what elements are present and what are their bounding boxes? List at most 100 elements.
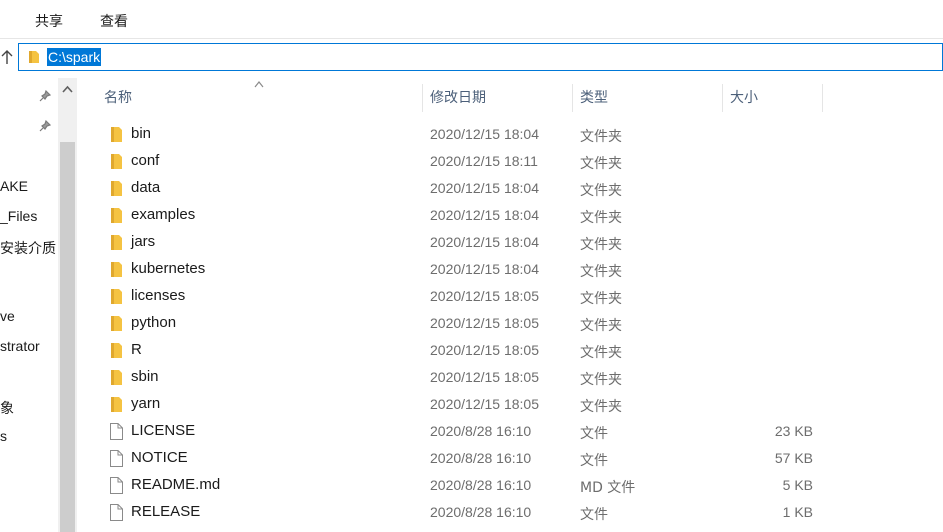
file-name: R [131, 341, 142, 358]
file-name: RELEASE [131, 503, 201, 520]
file-name: sbin [131, 368, 159, 385]
table-row[interactable]: licenses 2020/12/15 18:05 文件夹 [100, 283, 820, 310]
file-size: 57 KB [774, 450, 813, 466]
file-date: 2020/12/15 18:05 [430, 315, 539, 331]
sort-ascending-icon [254, 81, 264, 88]
folder-icon [111, 154, 122, 169]
file-type: 文件夹 [580, 156, 622, 172]
file-name: licenses [131, 287, 186, 304]
column-header-name[interactable]: 名称 [104, 84, 132, 112]
table-row[interactable]: examples 2020/12/15 18:04 文件夹 [100, 202, 820, 229]
file-name: README.md [131, 476, 221, 493]
file-icon [110, 423, 123, 440]
folder-icon [111, 127, 122, 142]
file-type: 文件夹 [580, 399, 622, 415]
table-row[interactable]: R 2020/12/15 18:05 文件夹 [100, 337, 820, 364]
address-bar[interactable]: C:\spark [18, 43, 943, 71]
folder-icon [111, 370, 122, 385]
file-date: 2020/8/28 16:10 [430, 450, 532, 466]
nav-item[interactable]: s [0, 428, 7, 444]
file-name: kubernetes [131, 260, 206, 277]
file-name: python [131, 314, 177, 331]
file-type: 文件夹 [580, 237, 622, 253]
file-type: MD 文件 [580, 480, 636, 496]
file-type: 文件夹 [580, 318, 622, 334]
table-row[interactable]: RELEASE 2020/8/28 16:10 文件 1 KB [100, 499, 820, 526]
up-arrow-icon[interactable] [0, 49, 14, 65]
column-header-size[interactable]: 大小 [730, 84, 758, 112]
table-row[interactable]: jars 2020/12/15 18:04 文件夹 [100, 229, 820, 256]
folder-icon [111, 397, 122, 412]
nav-item[interactable]: strator [0, 338, 40, 354]
file-date: 2020/12/15 18:05 [430, 342, 539, 358]
file-type: 文件夹 [580, 291, 622, 307]
column-header-modified[interactable]: 修改日期 [430, 84, 486, 112]
column-divider[interactable] [822, 84, 823, 112]
file-size: 23 KB [774, 423, 813, 439]
file-icon [110, 450, 123, 467]
tab-share[interactable]: 共享 [35, 11, 63, 31]
column-divider[interactable] [422, 84, 423, 112]
file-date: 2020/12/15 18:04 [430, 234, 539, 250]
nav-item[interactable]: 安装介质 [0, 238, 56, 258]
file-name: yarn [131, 395, 161, 412]
address-path[interactable]: C:\spark [47, 48, 102, 66]
folder-icon [111, 289, 122, 304]
file-date: 2020/12/15 18:05 [430, 369, 539, 385]
table-row[interactable]: python 2020/12/15 18:05 文件夹 [100, 310, 820, 337]
nav-item[interactable]: ve [0, 308, 15, 324]
file-date: 2020/12/15 18:04 [430, 126, 539, 142]
file-name: conf [131, 152, 160, 169]
nav-item[interactable]: AKE [0, 178, 28, 194]
table-row[interactable]: yarn 2020/12/15 18:05 文件夹 [100, 391, 820, 418]
file-date: 2020/8/28 16:10 [430, 504, 532, 520]
scroll-up-icon[interactable] [58, 78, 77, 100]
file-date: 2020/12/15 18:11 [430, 153, 538, 169]
table-row[interactable]: data 2020/12/15 18:04 文件夹 [100, 175, 820, 202]
file-name: data [131, 179, 161, 196]
file-date: 2020/12/15 18:04 [430, 207, 539, 223]
folder-icon [111, 343, 122, 358]
nav-scrollbar[interactable] [58, 78, 77, 532]
table-row[interactable]: README.md 2020/8/28 16:10 MD 文件 5 KB [100, 472, 820, 499]
file-date: 2020/12/15 18:05 [430, 288, 539, 304]
file-date: 2020/8/28 16:10 [430, 477, 532, 493]
folder-icon [111, 316, 122, 331]
table-row[interactable]: LICENSE 2020/8/28 16:10 文件 23 KB [100, 418, 820, 445]
file-date: 2020/8/28 16:10 [430, 423, 532, 439]
pin-icon[interactable] [39, 90, 51, 102]
file-type: 文件 [580, 426, 608, 442]
file-date: 2020/12/15 18:04 [430, 261, 539, 277]
file-name: jars [131, 233, 156, 250]
column-divider[interactable] [722, 84, 723, 112]
folder-icon [29, 51, 39, 63]
table-row[interactable]: bin 2020/12/15 18:04 文件夹 [100, 121, 820, 148]
file-type: 文件 [580, 453, 608, 469]
table-row[interactable]: sbin 2020/12/15 18:05 文件夹 [100, 364, 820, 391]
folder-icon [111, 235, 122, 250]
file-type: 文件夹 [580, 345, 622, 361]
file-type: 文件夹 [580, 129, 622, 145]
ribbon: 共享 查看 [0, 0, 943, 39]
file-type: 文件夹 [580, 183, 622, 199]
column-header-type[interactable]: 类型 [580, 84, 608, 112]
file-name: examples [131, 206, 196, 223]
folder-icon [111, 262, 122, 277]
tab-view[interactable]: 查看 [100, 11, 128, 31]
file-icon [110, 477, 123, 494]
column-divider[interactable] [572, 84, 573, 112]
file-type: 文件夹 [580, 210, 622, 226]
file-size: 1 KB [782, 504, 813, 520]
table-row[interactable]: kubernetes 2020/12/15 18:04 文件夹 [100, 256, 820, 283]
folder-icon [111, 208, 122, 223]
table-row[interactable]: NOTICE 2020/8/28 16:10 文件 57 KB [100, 445, 820, 472]
nav-item[interactable]: 象 [0, 398, 14, 418]
nav-item[interactable]: _Files [0, 208, 37, 224]
table-row[interactable]: conf 2020/12/15 18:11 文件夹 [100, 148, 820, 175]
file-date: 2020/12/15 18:04 [430, 180, 539, 196]
file-type: 文件 [580, 507, 608, 523]
pin-icon[interactable] [39, 120, 51, 132]
scroll-thumb[interactable] [60, 142, 75, 532]
file-size: 5 KB [782, 477, 813, 493]
file-type: 文件夹 [580, 264, 622, 280]
